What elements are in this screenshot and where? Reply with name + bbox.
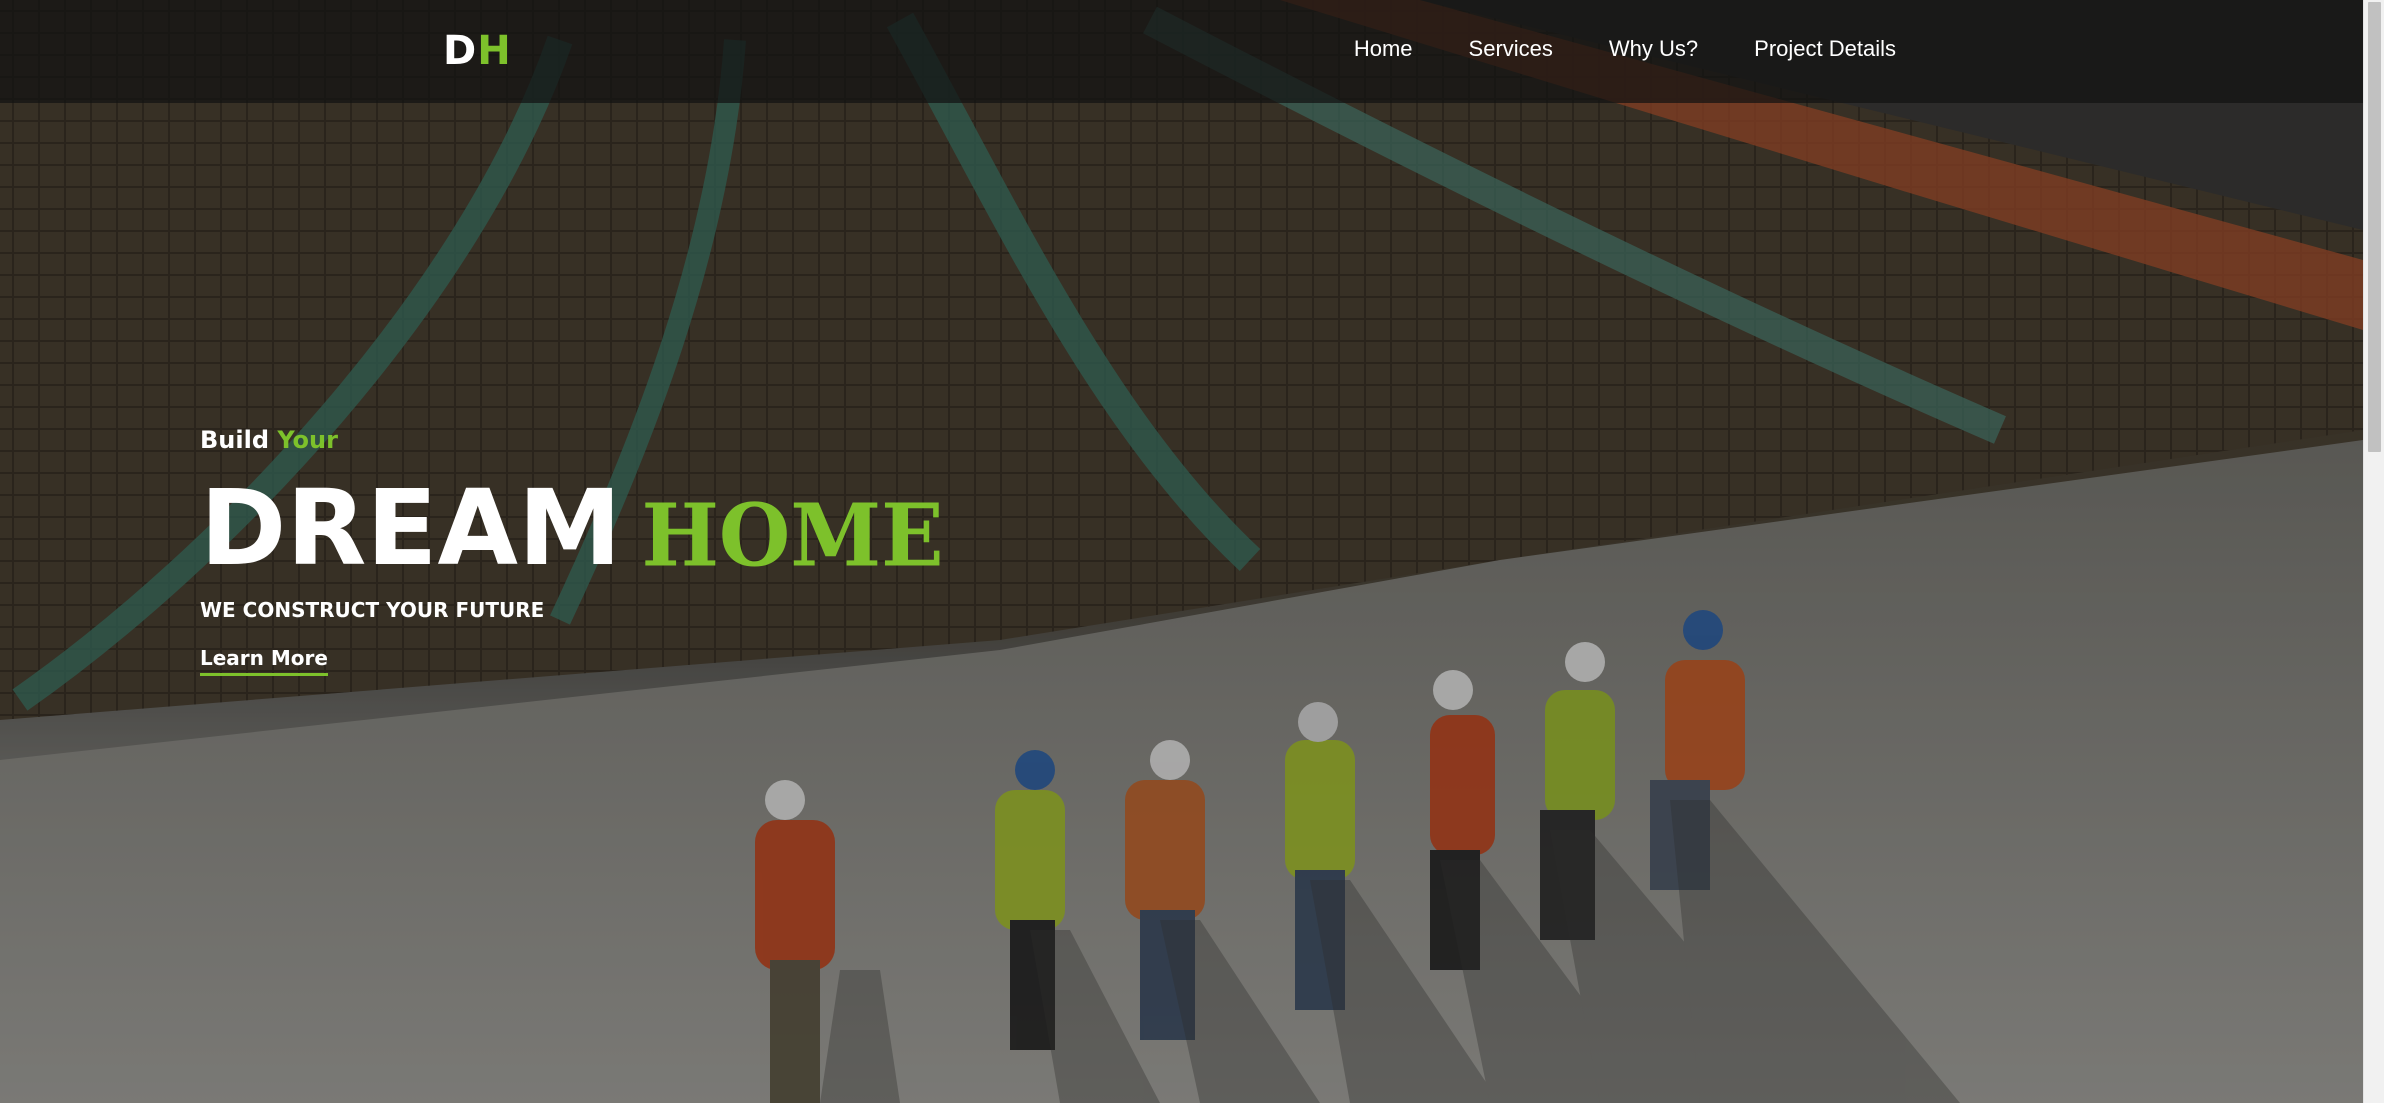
vertical-scrollbar[interactable]	[2363, 0, 2384, 1103]
logo-letter-d: D	[443, 28, 478, 74]
learn-more-link[interactable]: Learn More	[200, 646, 328, 676]
hero-headline: DREAM HOME	[200, 474, 960, 586]
nav-link-why-us[interactable]: Why Us?	[1609, 36, 1698, 62]
nav-links: Home Services Why Us? Project Details	[1354, 36, 1896, 62]
navbar: DH Home Services Why Us? Project Details	[0, 0, 2363, 103]
logo-letter-h: H	[477, 28, 512, 74]
hero-headline-accent: HOME	[641, 485, 944, 587]
hero-tagline: WE CONSTRUCT YOUR FUTURE	[200, 598, 545, 622]
hero-headline-main: DREAM	[200, 467, 622, 589]
site-logo[interactable]: DH	[443, 26, 512, 76]
hero-eyebrow-lead: Build	[200, 426, 270, 454]
hero-eyebrow-accent: Your	[277, 426, 338, 454]
hero-eyebrow: Build Your	[200, 420, 960, 460]
nav-link-project-details[interactable]: Project Details	[1754, 36, 1896, 62]
page: DH Home Services Why Us? Project Details…	[0, 0, 2384, 1103]
hero-content: Build Your DREAM HOME WE CONSTRUCT YOUR F…	[200, 420, 960, 676]
nav-link-services[interactable]: Services	[1469, 36, 1553, 62]
scrollbar-thumb[interactable]	[2368, 2, 2381, 452]
nav-link-home[interactable]: Home	[1354, 36, 1413, 62]
